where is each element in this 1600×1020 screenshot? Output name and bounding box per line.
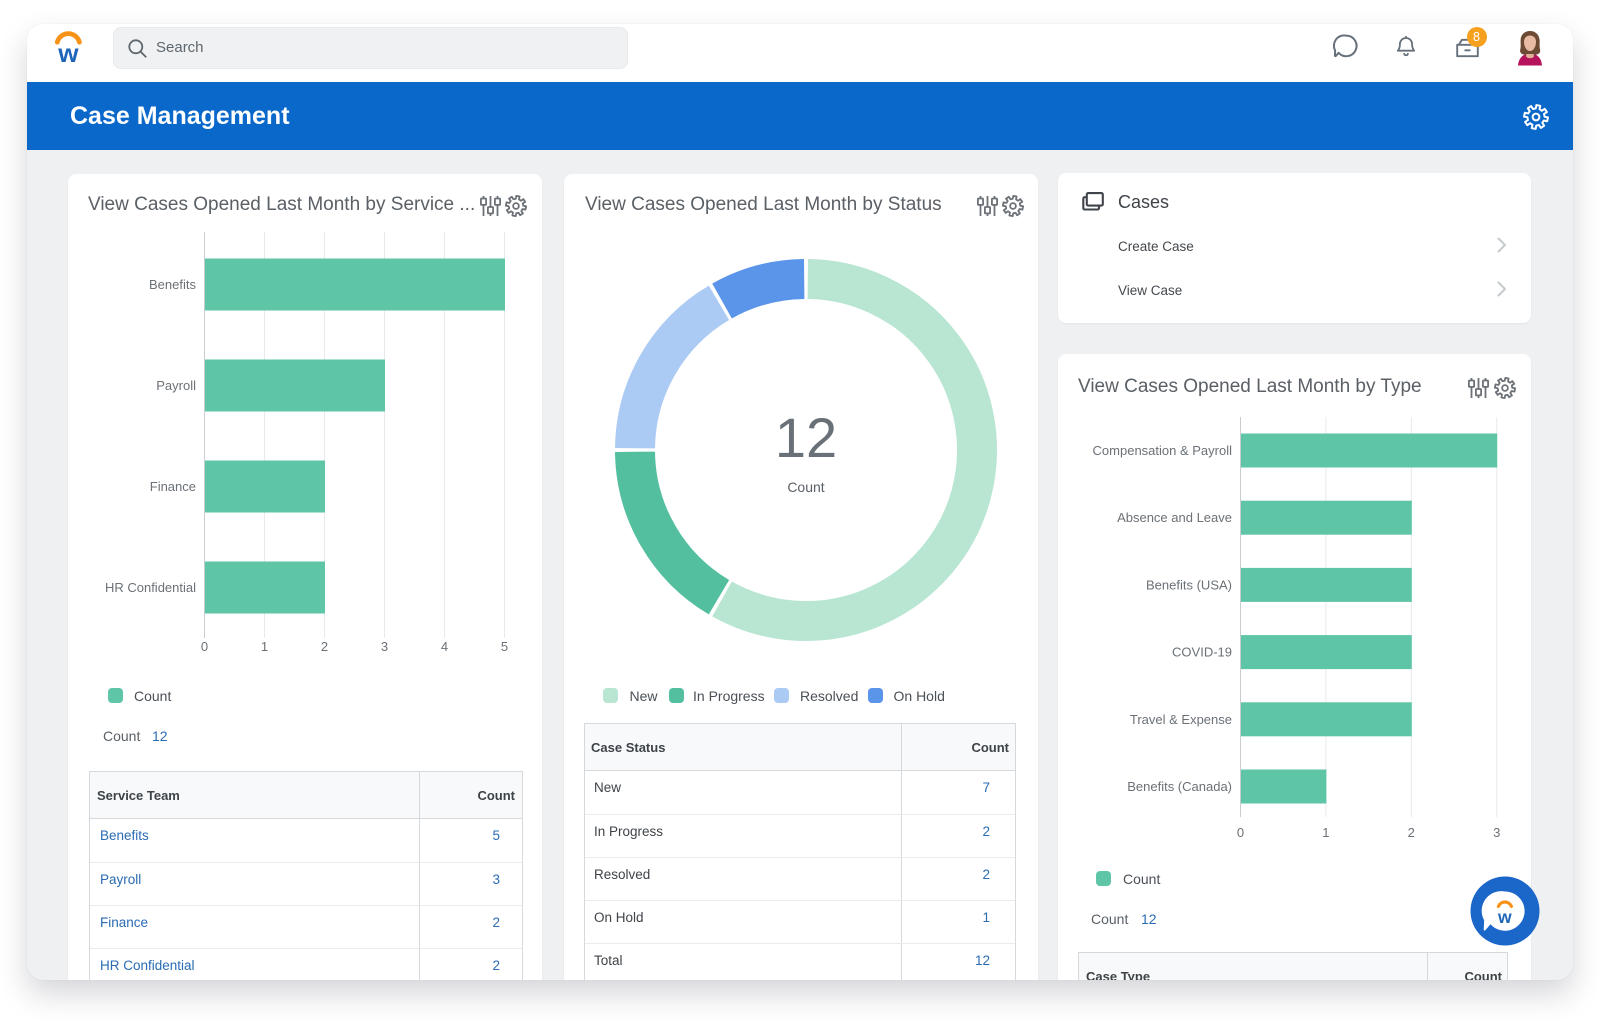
svg-text:1: 1 (261, 639, 268, 654)
svg-text:0: 0 (1237, 825, 1244, 840)
svg-text:w: w (1497, 907, 1512, 927)
svg-text:Absence and Leave: Absence and Leave (1117, 510, 1232, 525)
svg-text:0: 0 (201, 639, 208, 654)
svg-text:5: 5 (501, 639, 508, 654)
svg-text:COVID-19: COVID-19 (1172, 645, 1232, 660)
svg-text:1: 1 (1322, 825, 1329, 840)
svg-text:Benefits: Benefits (149, 277, 196, 292)
svg-text:3: 3 (381, 639, 388, 654)
svg-text:Finance: Finance (150, 479, 196, 494)
svg-text:Travel & Expense: Travel & Expense (1130, 712, 1232, 727)
svg-text:Benefits (Canada): Benefits (Canada) (1127, 779, 1232, 794)
svg-text:2: 2 (1408, 825, 1415, 840)
svg-text:4: 4 (441, 639, 448, 654)
svg-text:Benefits (USA): Benefits (USA) (1146, 577, 1232, 592)
svg-text:Payroll: Payroll (156, 378, 196, 393)
svg-text:3: 3 (1493, 825, 1500, 840)
svg-text:HR Confidential: HR Confidential (105, 580, 196, 595)
svg-text:w: w (57, 38, 79, 65)
svg-text:Compensation & Payroll: Compensation & Payroll (1093, 443, 1233, 458)
svg-text:2: 2 (321, 639, 328, 654)
